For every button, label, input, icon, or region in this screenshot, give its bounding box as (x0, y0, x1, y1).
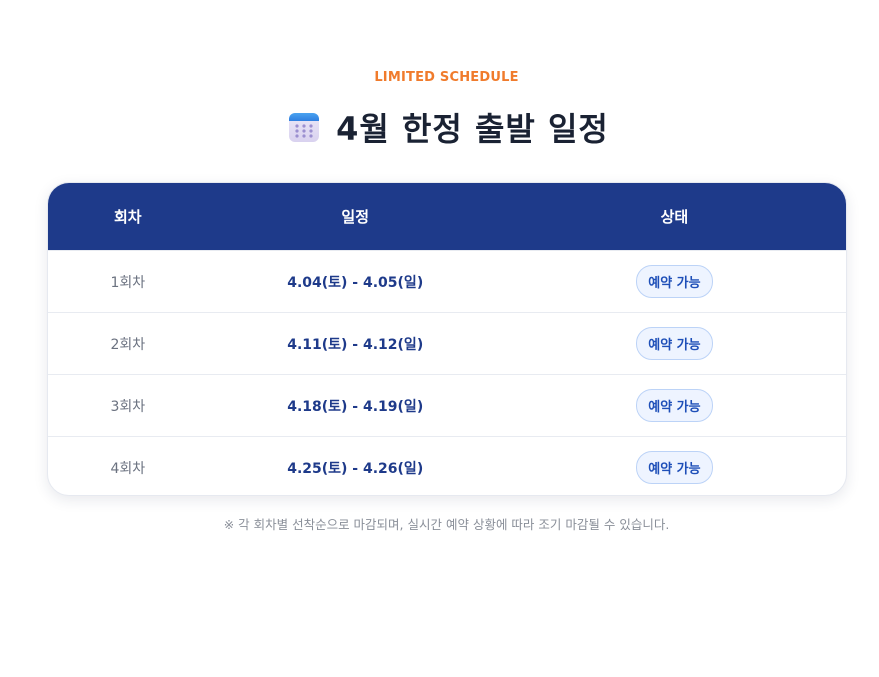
round-cell: 1회차 (110, 274, 146, 291)
round-cell: 3회차 (110, 398, 146, 415)
column-header-status: 상태 (660, 208, 689, 226)
column-header-round: 회차 (113, 208, 142, 226)
status-badge: 예약 가능 (636, 265, 713, 298)
page-title: 4월 한정 출발 일정 (336, 110, 609, 148)
schedule-page: LIMITED SCHEDULE 4월 한정 출발 일정 회차 일정 상태 1회… (0, 0, 879, 677)
footnote: ※ 각 회차별 선착순으로 마감되며, 실시간 예약 상황에 따라 조기 마감될… (223, 517, 670, 532)
schedule-table: 회차 일정 상태 1회차 4.04(토) - 4.05(일) 예약 가능 2회차… (47, 182, 847, 496)
dates-cell: 4.04(토) - 4.05(일) (287, 274, 424, 291)
section-eyebrow: LIMITED SCHEDULE (374, 70, 519, 85)
table-header: 회차 일정 상태 (48, 183, 846, 250)
round-cell: 2회차 (110, 336, 146, 353)
table-row: 3회차 4.18(토) - 4.19(일) 예약 가능 (48, 374, 846, 436)
status-cell: 예약 가능 (503, 327, 846, 360)
round-cell: 4회차 (110, 460, 146, 477)
dates-cell: 4.18(토) - 4.19(일) (287, 398, 424, 415)
table-row: 4회차 4.25(토) - 4.26(일) 예약 가능 (48, 436, 846, 495)
column-header-dates: 일정 (341, 208, 370, 226)
dates-cell: 4.11(토) - 4.12(일) (287, 336, 424, 353)
dates-cell: 4.25(토) - 4.26(일) (287, 460, 424, 477)
status-badge: 예약 가능 (636, 327, 713, 360)
status-badge: 예약 가능 (636, 451, 713, 484)
table-row: 1회차 4.04(토) - 4.05(일) 예약 가능 (48, 250, 846, 312)
table-row: 2회차 4.11(토) - 4.12(일) 예약 가능 (48, 312, 846, 374)
title-row: 4월 한정 출발 일정 (0, 104, 879, 150)
calendar-icon (288, 111, 320, 143)
status-badge: 예약 가능 (636, 389, 713, 422)
status-cell: 예약 가능 (503, 265, 846, 298)
status-cell: 예약 가능 (503, 389, 846, 422)
status-cell: 예약 가능 (503, 451, 846, 484)
